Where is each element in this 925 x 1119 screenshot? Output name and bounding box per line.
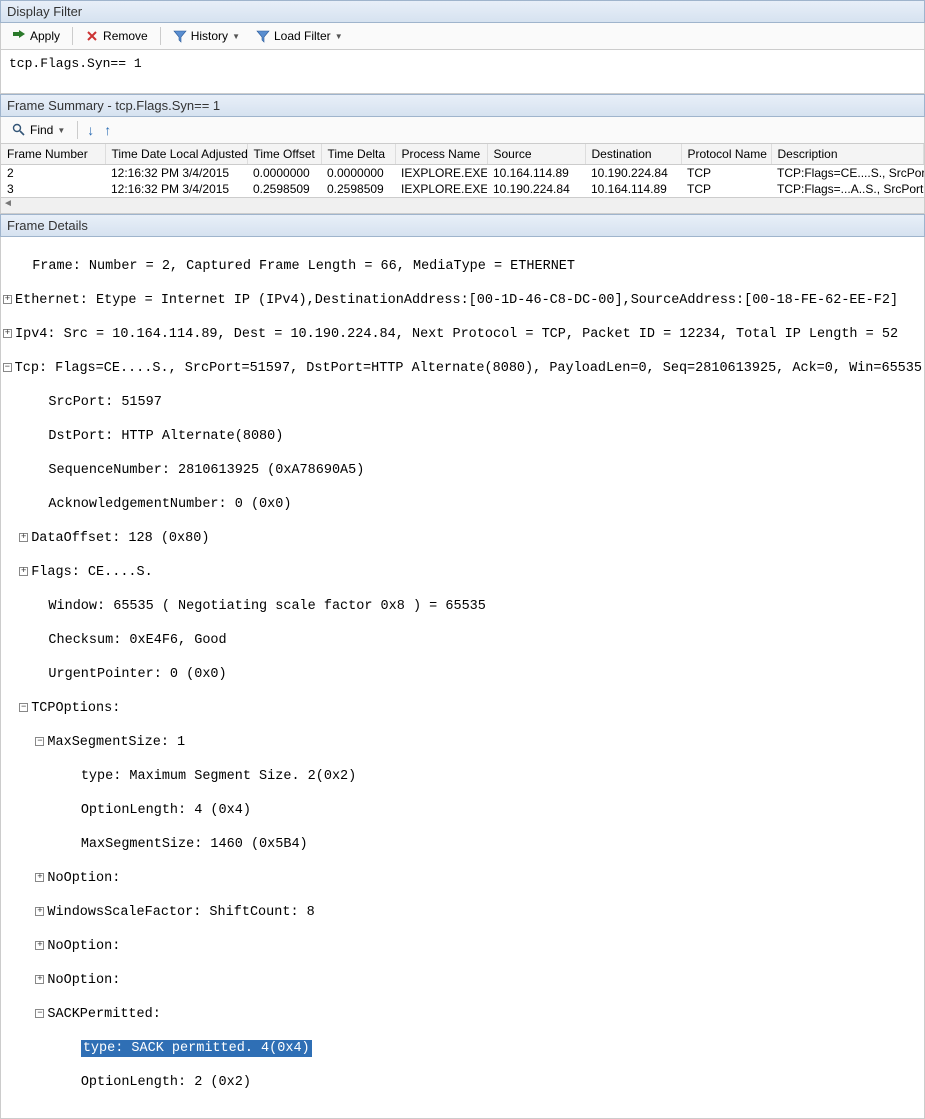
cell: IEXPLORE.EXE bbox=[395, 181, 487, 197]
collapse-icon[interactable]: − bbox=[35, 737, 44, 746]
tree-mss-optlen[interactable]: OptionLength: 4 (0x4) bbox=[81, 802, 251, 819]
frame-details-tree: Frame: Number = 2, Captured Frame Length… bbox=[0, 237, 925, 1119]
cell: TCP:Flags=...A..S., SrcPort=HTTP Alterna… bbox=[771, 181, 924, 197]
cell: TCP bbox=[681, 181, 771, 197]
col-destination[interactable]: Destination bbox=[585, 144, 681, 165]
col-process-name[interactable]: Process Name bbox=[395, 144, 487, 165]
remove-label: Remove bbox=[103, 29, 148, 43]
cell: 10.190.224.84 bbox=[487, 181, 585, 197]
cell: 10.164.114.89 bbox=[585, 181, 681, 197]
col-time-offset[interactable]: Time Offset bbox=[247, 144, 321, 165]
horizontal-scrollbar[interactable] bbox=[0, 198, 925, 214]
tree-frame[interactable]: Frame: Number = 2, Captured Frame Length… bbox=[32, 258, 575, 275]
col-time-delta[interactable]: Time Delta bbox=[321, 144, 395, 165]
tree-dstport[interactable]: DstPort: HTTP Alternate(8080) bbox=[48, 428, 283, 445]
toolbar-separator bbox=[77, 121, 78, 139]
cell: TCP:Flags=CE....S., SrcPort=51597, DstPo… bbox=[771, 165, 924, 182]
tree-dataoffset[interactable]: DataOffset: 128 (0x80) bbox=[31, 530, 209, 547]
expand-icon[interactable]: + bbox=[35, 907, 44, 916]
tree-mss[interactable]: MaxSegmentSize: 1 bbox=[47, 734, 185, 751]
tree-sackperm[interactable]: SACKPermitted: bbox=[47, 1006, 160, 1023]
history-label: History bbox=[191, 29, 228, 43]
apply-icon bbox=[12, 29, 26, 43]
tree-noop3[interactable]: NoOption: bbox=[47, 972, 120, 989]
remove-icon bbox=[85, 29, 99, 43]
tree-noop1[interactable]: NoOption: bbox=[47, 870, 120, 887]
col-description[interactable]: Description bbox=[771, 144, 924, 165]
find-label: Find bbox=[30, 123, 53, 137]
expand-icon[interactable]: + bbox=[35, 873, 44, 882]
frame-summary-header: Frame Summary - tcp.Flags.Syn== 1 bbox=[0, 94, 925, 117]
apply-label: Apply bbox=[30, 29, 60, 43]
history-button[interactable]: History ▼ bbox=[166, 26, 247, 46]
col-frame-number[interactable]: Frame Number bbox=[1, 144, 105, 165]
tree-seqnum[interactable]: SequenceNumber: 2810613925 (0xA78690A5) bbox=[48, 462, 364, 479]
expand-icon[interactable]: + bbox=[35, 941, 44, 950]
funnel-load-icon bbox=[256, 29, 270, 43]
cell: 12:16:32 PM 3/4/2015 bbox=[105, 165, 247, 182]
table-row[interactable]: 3 12:16:32 PM 3/4/2015 0.2598509 0.25985… bbox=[1, 181, 924, 197]
load-filter-button[interactable]: Load Filter ▼ bbox=[249, 26, 350, 46]
col-source[interactable]: Source bbox=[487, 144, 585, 165]
find-button[interactable]: Find ▼ bbox=[5, 120, 72, 140]
tree-noop2[interactable]: NoOption: bbox=[47, 938, 120, 955]
collapse-icon[interactable]: − bbox=[3, 363, 12, 372]
cell: 12:16:32 PM 3/4/2015 bbox=[105, 181, 247, 197]
expand-icon[interactable]: + bbox=[19, 567, 28, 576]
cell: 0.2598509 bbox=[321, 181, 395, 197]
cell: 10.190.224.84 bbox=[585, 165, 681, 182]
display-filter-toolbar: Apply Remove History ▼ Load Filter ▼ bbox=[0, 23, 925, 50]
cell: 0.0000000 bbox=[247, 165, 321, 182]
toolbar-separator bbox=[72, 27, 73, 45]
load-filter-label: Load Filter bbox=[274, 29, 331, 43]
table-row[interactable]: 2 12:16:32 PM 3/4/2015 0.0000000 0.00000… bbox=[1, 165, 924, 182]
filter-expression-input[interactable]: tcp.Flags.Syn== 1 bbox=[0, 50, 925, 94]
remove-button[interactable]: Remove bbox=[78, 26, 155, 46]
tree-tcpoptions[interactable]: TCPOptions: bbox=[31, 700, 120, 717]
col-time-date[interactable]: Time Date Local Adjusted bbox=[105, 144, 247, 165]
tree-sack-type-selected[interactable]: type: SACK permitted. 4(0x4) bbox=[81, 1040, 312, 1057]
cell: IEXPLORE.EXE bbox=[395, 165, 487, 182]
grid-header-row: Frame Number Time Date Local Adjusted Ti… bbox=[1, 144, 924, 165]
expand-icon[interactable]: + bbox=[19, 533, 28, 542]
cell: 0.0000000 bbox=[321, 165, 395, 182]
tree-wsf[interactable]: WindowsScaleFactor: ShiftCount: 8 bbox=[47, 904, 314, 921]
tree-urgptr[interactable]: UrgentPointer: 0 (0x0) bbox=[48, 666, 226, 683]
display-filter-header: Display Filter bbox=[0, 0, 925, 23]
tree-mss-size[interactable]: MaxSegmentSize: 1460 (0x5B4) bbox=[81, 836, 308, 853]
expand-icon[interactable]: + bbox=[3, 329, 12, 338]
apply-button[interactable]: Apply bbox=[5, 26, 67, 46]
toolbar-separator bbox=[160, 27, 161, 45]
cell: 2 bbox=[1, 165, 105, 182]
cell: 3 bbox=[1, 181, 105, 197]
tree-acknum[interactable]: AcknowledgementNumber: 0 (0x0) bbox=[48, 496, 291, 513]
tree-ipv4[interactable]: Ipv4: Src = 10.164.114.89, Dest = 10.190… bbox=[15, 326, 898, 343]
collapse-icon[interactable]: − bbox=[35, 1009, 44, 1018]
funnel-history-icon bbox=[173, 29, 187, 43]
expand-icon[interactable]: + bbox=[35, 975, 44, 984]
tree-ethernet[interactable]: Ethernet: Etype = Internet IP (IPv4),Des… bbox=[15, 292, 898, 309]
col-protocol-name[interactable]: Protocol Name bbox=[681, 144, 771, 165]
tree-sack-optlen[interactable]: OptionLength: 2 (0x2) bbox=[81, 1074, 251, 1091]
arrow-down-button[interactable]: ↓ bbox=[83, 122, 98, 138]
expand-icon[interactable]: + bbox=[3, 295, 12, 304]
cell: TCP bbox=[681, 165, 771, 182]
tree-mss-type[interactable]: type: Maximum Segment Size. 2(0x2) bbox=[81, 768, 356, 785]
tree-flags[interactable]: Flags: CE....S. bbox=[31, 564, 153, 581]
cell: 10.164.114.89 bbox=[487, 165, 585, 182]
cell: 0.2598509 bbox=[247, 181, 321, 197]
tree-checksum[interactable]: Checksum: 0xE4F6, Good bbox=[48, 632, 226, 649]
frame-details-header: Frame Details bbox=[0, 214, 925, 237]
chevron-down-icon: ▼ bbox=[335, 32, 343, 41]
tree-tcp[interactable]: Tcp: Flags=CE....S., SrcPort=51597, DstP… bbox=[15, 360, 922, 377]
chevron-down-icon: ▼ bbox=[232, 32, 240, 41]
chevron-down-icon: ▼ bbox=[57, 126, 65, 135]
arrow-up-button[interactable]: ↑ bbox=[100, 122, 115, 138]
collapse-icon[interactable]: − bbox=[19, 703, 28, 712]
tree-srcport[interactable]: SrcPort: 51597 bbox=[48, 394, 161, 411]
frame-summary-grid: Frame Number Time Date Local Adjusted Ti… bbox=[0, 144, 925, 198]
find-icon bbox=[12, 123, 26, 137]
frame-summary-toolbar: Find ▼ ↓ ↑ bbox=[0, 117, 925, 144]
tree-window[interactable]: Window: 65535 ( Negotiating scale factor… bbox=[48, 598, 485, 615]
